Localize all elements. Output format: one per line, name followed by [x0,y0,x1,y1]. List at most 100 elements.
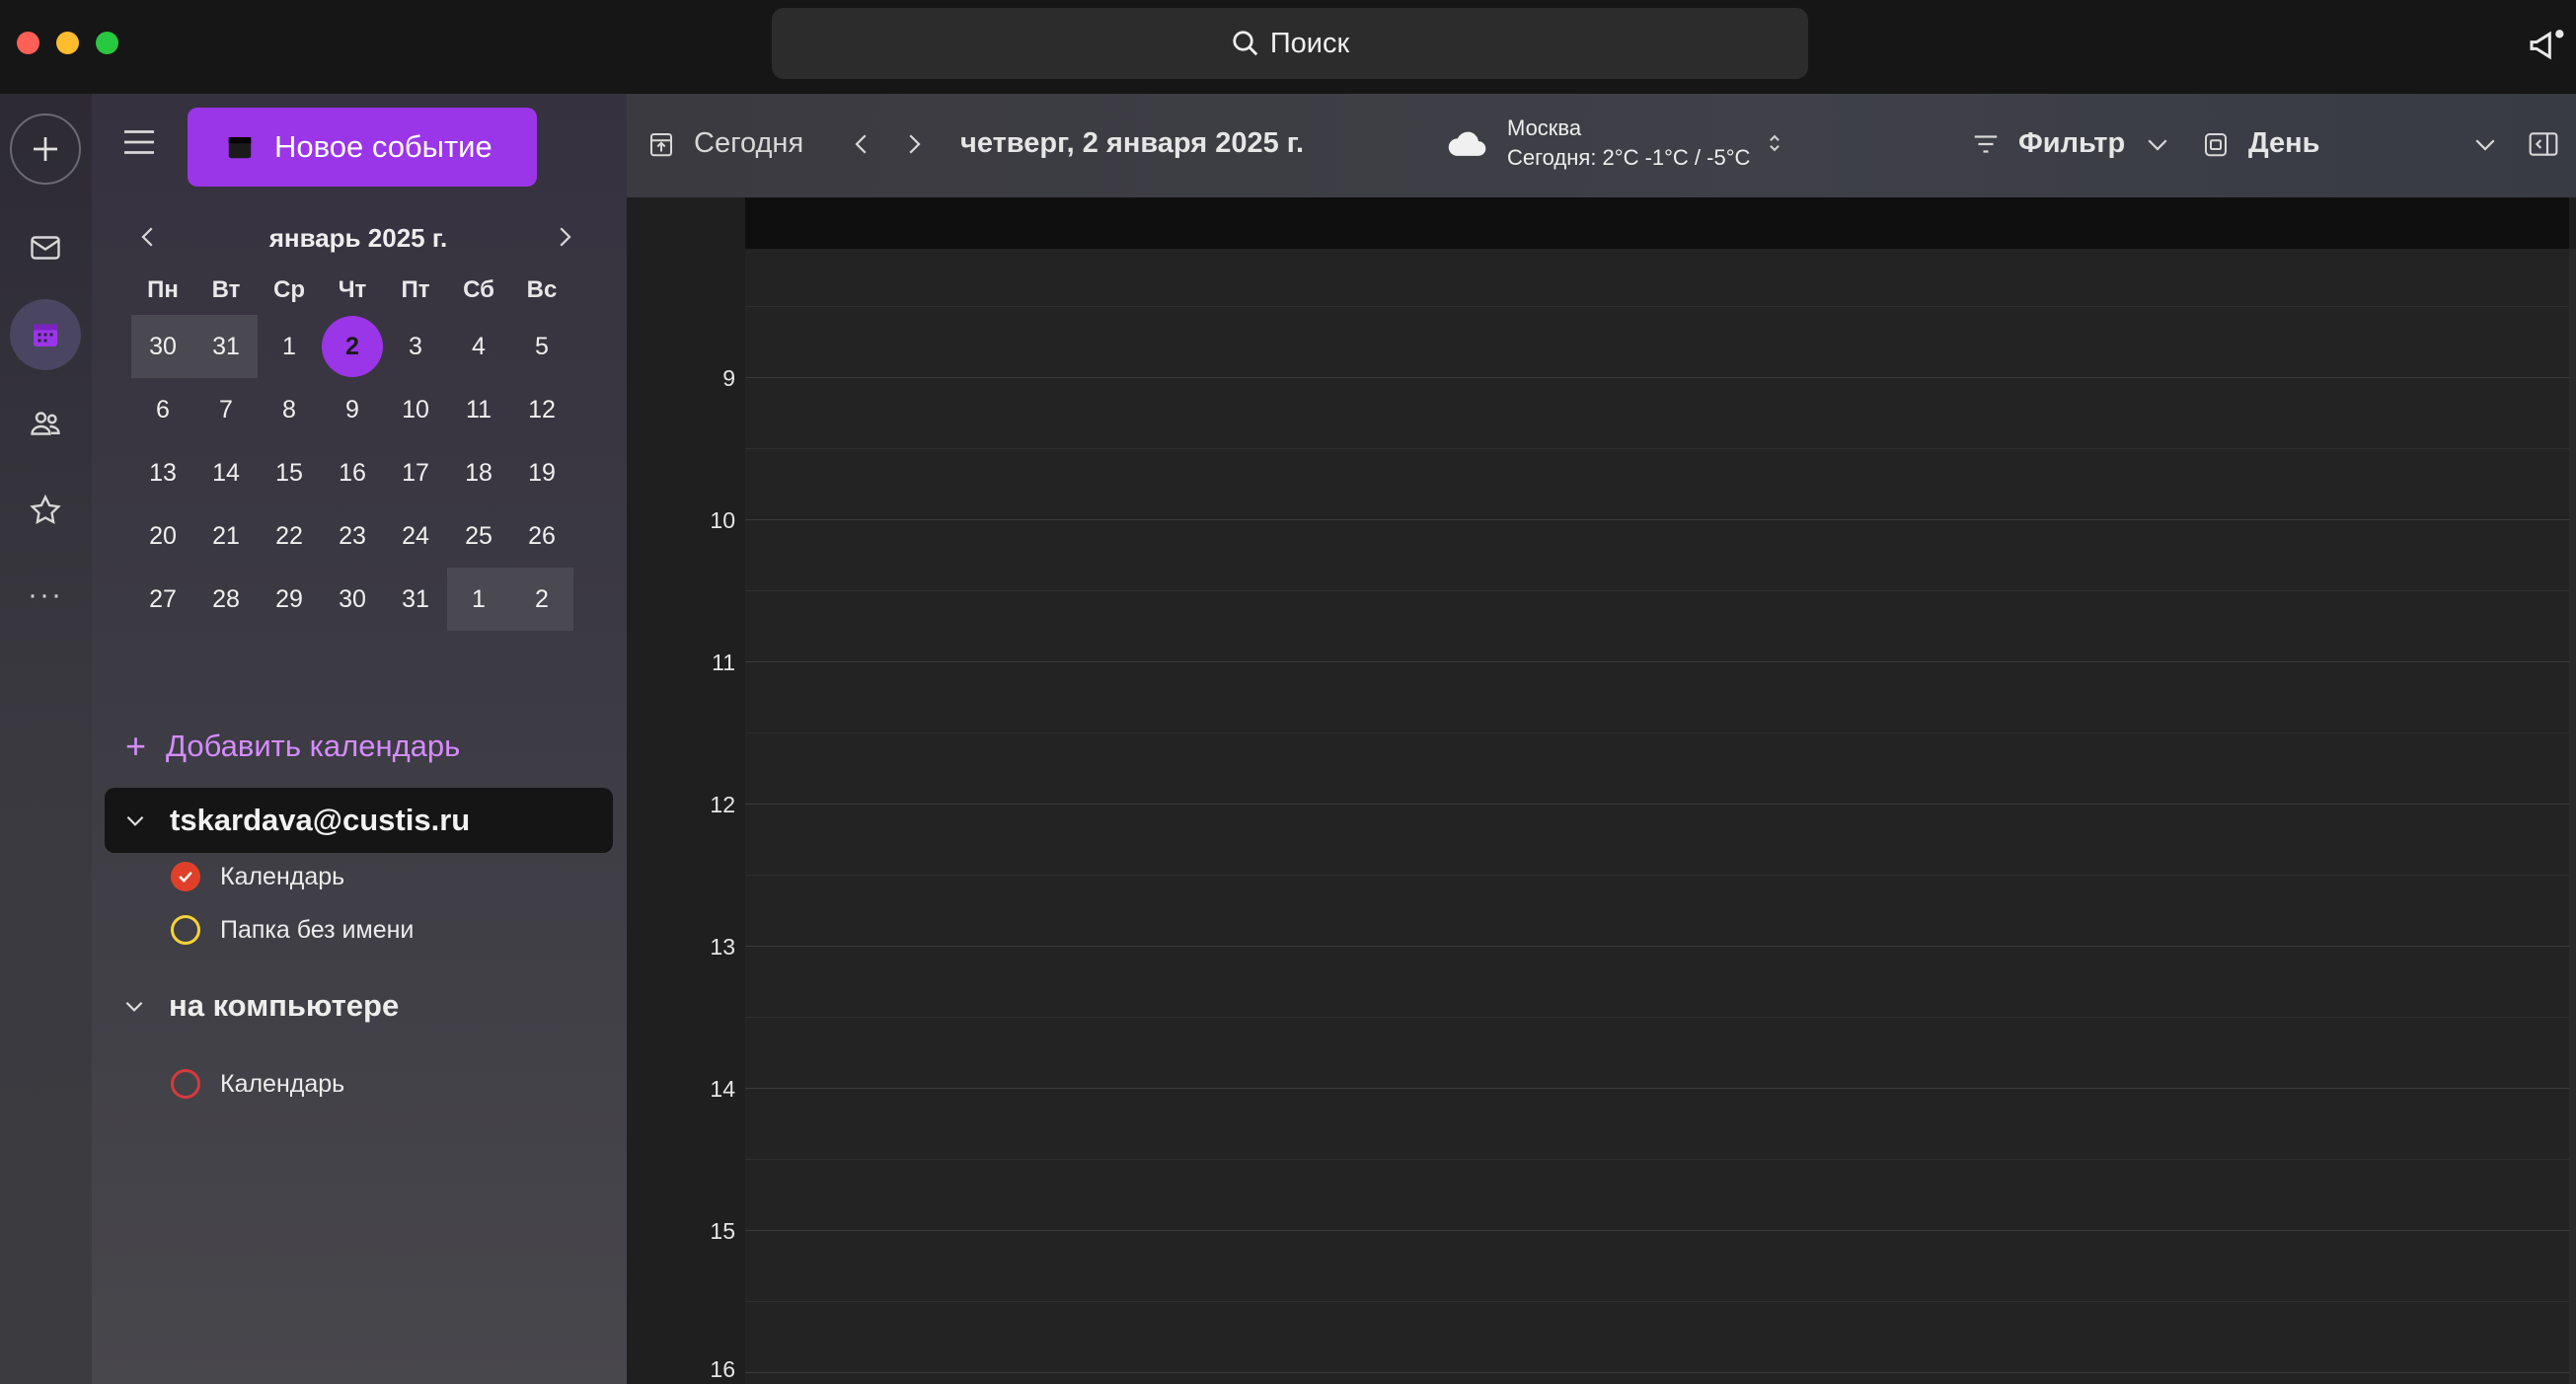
rail-people-button[interactable] [10,388,81,459]
hours-area[interactable] [745,249,2569,1384]
rail-calendar-button[interactable] [10,299,81,370]
mini-day[interactable]: 3 [384,315,447,378]
mini-day[interactable]: 31 [194,315,258,378]
local-group-header[interactable]: на компьютере [121,988,399,1024]
hour-label: 16 [710,1356,735,1382]
mini-day[interactable]: 17 [384,441,447,504]
zoom-window-button[interactable] [96,32,118,54]
minimize-window-button[interactable] [56,32,79,54]
weather-widget[interactable]: Москва Сегодня: 2°C -1°C / -5°C [1446,115,1781,171]
half-hour-line [745,1159,2569,1160]
calendar-item[interactable]: Календарь [171,862,344,891]
chevron-down-icon[interactable] [2470,129,2500,159]
mini-day[interactable]: 21 [194,504,258,568]
hour-label: 12 [710,792,735,817]
weekday-label: Ср [273,276,305,303]
filter-label: Фильтр [2018,127,2126,159]
chevron-right-icon[interactable] [550,222,579,252]
week-row: 6 7 8 9 10 11 12 [131,378,585,441]
mini-day[interactable]: 1 [258,315,321,378]
mini-day[interactable]: 1 [447,568,510,631]
cloud-icon [1448,131,1486,156]
create-new-button[interactable] [10,114,81,185]
mini-day[interactable]: 27 [131,568,194,631]
mini-day[interactable]: 12 [510,378,573,441]
mini-day[interactable]: 25 [447,504,510,568]
hour-label: 15 [710,1218,735,1244]
chevron-right-icon[interactable] [899,129,929,159]
hour-label: 9 [722,365,735,391]
mini-day[interactable]: 8 [258,378,321,441]
mini-day[interactable]: 16 [321,441,384,504]
chevron-down-icon [125,1001,143,1012]
rail-mail-button[interactable] [10,212,81,283]
hour-label: 11 [712,650,735,675]
mini-day[interactable]: 5 [510,315,573,378]
mini-day[interactable]: 11 [447,378,510,441]
hour-line [745,1230,2569,1231]
mini-day[interactable]: 9 [321,378,384,441]
week-row: 13 14 15 16 17 18 19 [131,441,585,504]
all-day-row[interactable] [745,197,2569,249]
mini-day[interactable]: 4 [447,315,510,378]
hour-line [745,946,2569,947]
mini-day[interactable]: 15 [258,441,321,504]
mini-day[interactable]: 10 [384,378,447,441]
mini-day[interactable]: 14 [194,441,258,504]
view-selector[interactable]: День [2201,127,2320,160]
filter-button[interactable]: Фильтр [1971,127,2172,160]
mini-day[interactable]: 2 [510,568,573,631]
mail-icon [31,236,60,260]
mini-day[interactable]: 19 [510,441,573,504]
half-hour-line [745,1017,2569,1018]
vertical-scrollbar[interactable] [2569,249,2576,1384]
chevron-left-icon[interactable] [847,129,876,159]
search-bar[interactable]: Поиск [772,8,1808,79]
account-group-header[interactable]: tskardava@custis.ru [105,788,613,853]
mini-day[interactable]: 30 [131,315,194,378]
hour-label: 14 [710,1076,735,1102]
calendar-toolbar: Сегодня четверг, 2 января 2025 г. Москва… [627,94,2576,197]
star-icon [30,494,61,525]
mini-day[interactable]: 18 [447,441,510,504]
calendar-item[interactable]: Календарь [171,1069,344,1099]
mini-day[interactable]: 31 [384,568,447,631]
split-view-icon[interactable] [2528,129,2559,159]
mini-day[interactable]: 22 [258,504,321,568]
hour-line [745,1088,2569,1089]
rail-favorites-button[interactable] [10,475,81,546]
add-calendar-button[interactable]: + Добавить календарь [125,726,460,767]
mini-calendar: январь 2025 г. Пн Вт Ср Чт Пт Сб Вс 30 3… [131,210,585,631]
current-date-title[interactable]: четверг, 2 января 2025 г. [960,127,1304,160]
close-window-button[interactable] [17,32,39,54]
title-bar: Поиск [0,0,2576,94]
mini-day[interactable]: 28 [194,568,258,631]
mini-day[interactable]: 30 [321,568,384,631]
unchecked-calendar-icon[interactable] [171,915,200,945]
calendar-item[interactable]: Папка без имени [171,915,414,945]
chevron-down-icon [126,815,144,826]
mini-day[interactable]: 13 [131,441,194,504]
add-calendar-label: Добавить календарь [166,729,461,763]
new-event-button[interactable]: Новое событие [188,108,537,187]
calendar-item-label: Календарь [220,862,345,890]
mini-day-selected[interactable]: 2 [321,315,384,378]
feedback-megaphone-icon[interactable] [2527,26,2566,65]
mini-day[interactable]: 26 [510,504,573,568]
mini-day[interactable]: 29 [258,568,321,631]
mini-day[interactable]: 23 [321,504,384,568]
checked-calendar-icon[interactable] [171,862,200,891]
mini-day[interactable]: 7 [194,378,258,441]
today-button[interactable]: Сегодня [646,127,803,160]
calendar-item-label: Папка без имени [220,915,415,944]
half-hour-line [745,1301,2569,1302]
mini-day[interactable]: 24 [384,504,447,568]
unchecked-calendar-icon[interactable] [171,1069,200,1099]
hamburger-menu-icon[interactable] [121,127,157,157]
week-row: 27 28 29 30 31 1 2 [131,568,585,631]
mini-day[interactable]: 6 [131,378,194,441]
rail-more-button[interactable]: ··· [10,560,81,631]
chevron-left-icon[interactable] [133,222,163,252]
weekday-label: Сб [463,276,494,303]
mini-day[interactable]: 20 [131,504,194,568]
